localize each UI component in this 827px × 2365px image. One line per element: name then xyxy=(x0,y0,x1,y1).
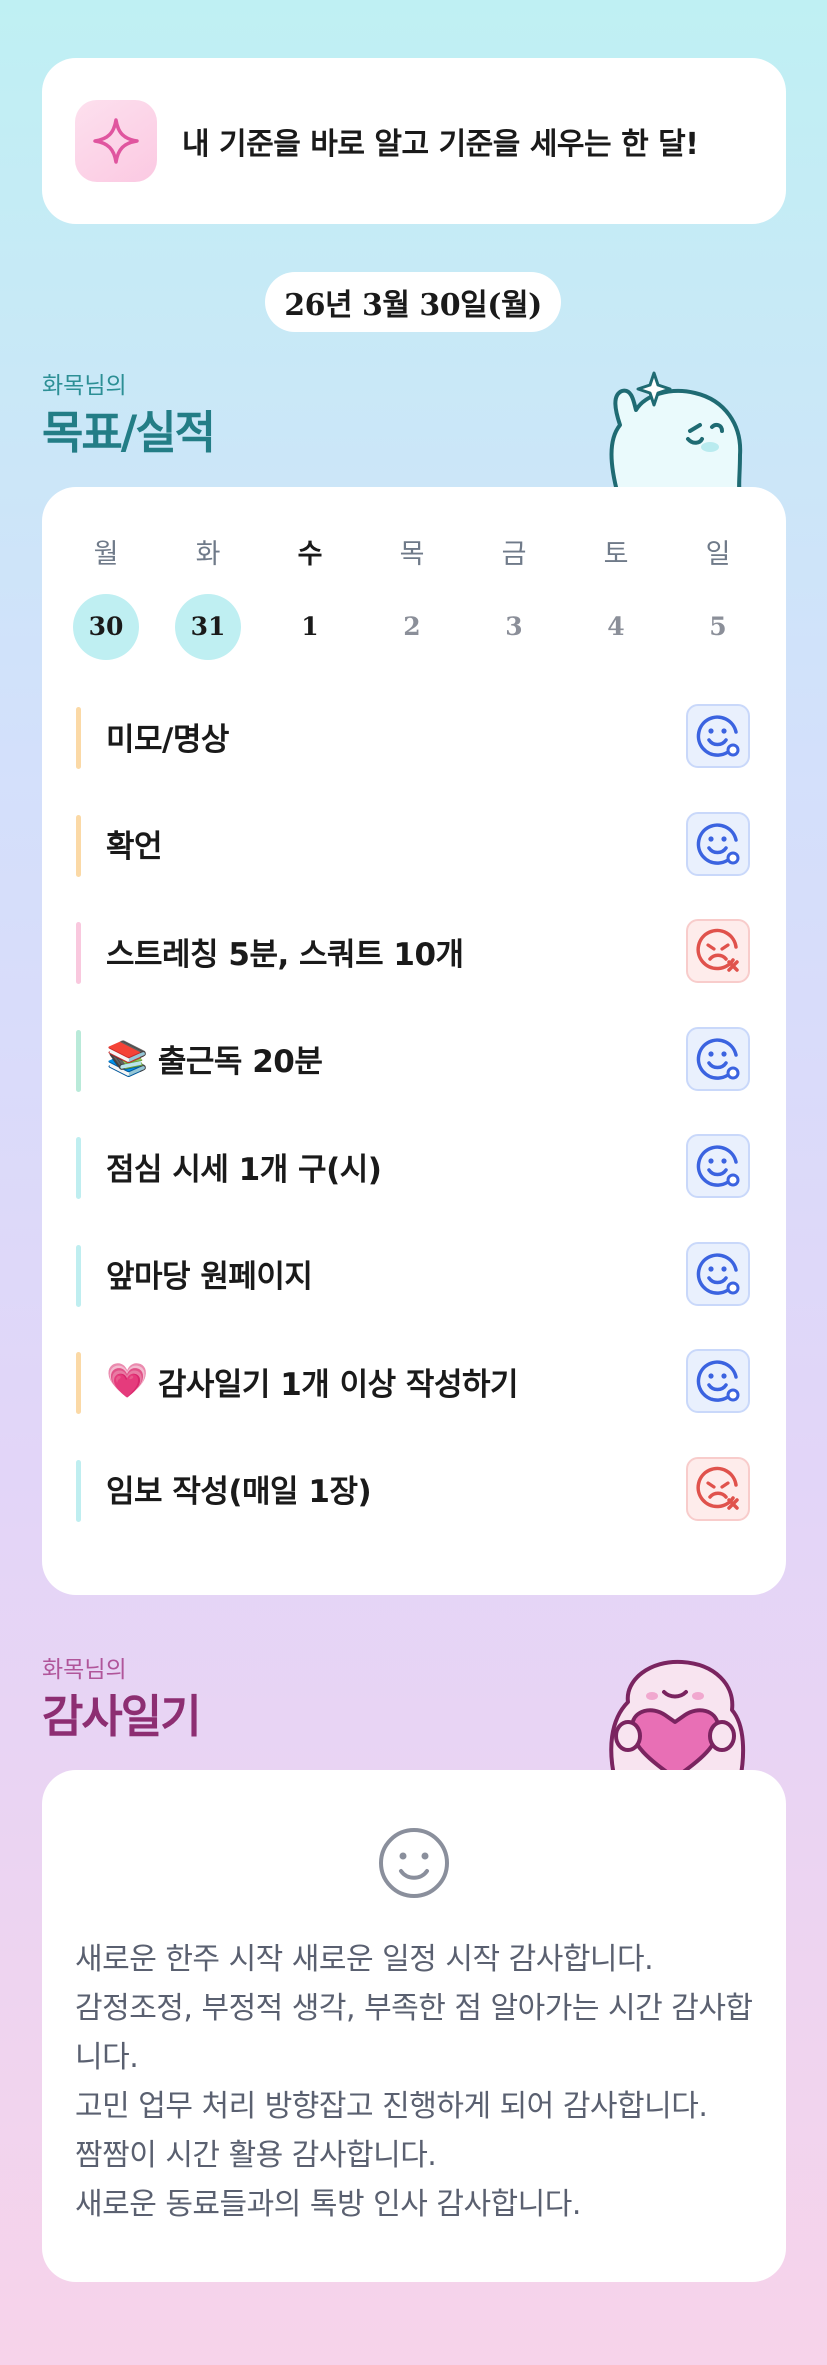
date-selector[interactable]: 26년 3월 30일(월) xyxy=(265,272,561,332)
goal-label: 점심 시세 1개 구(시) xyxy=(106,1129,382,1203)
calendar-day[interactable]: 30 xyxy=(73,594,139,660)
goal-done-icon[interactable] xyxy=(686,704,750,768)
goals-card: 월 화 수 목 금 토 일 30 31 1 2 3 4 5 미모/명상확언스트레칭 5분, 스쿼트 10… xyxy=(42,487,786,1595)
goal-label: 임보 작성(매일 1장) xyxy=(106,1452,372,1526)
weekday-label: 일 xyxy=(705,539,731,570)
weekday-label: 금 xyxy=(501,539,527,570)
goal-label: 확언 xyxy=(106,807,163,881)
calendar-day[interactable]: 31 xyxy=(175,594,241,660)
weekday-label: 목 xyxy=(399,539,425,570)
goal-label: 📚 출근독 20분 xyxy=(106,1022,323,1096)
gratitude-card: 새로운 한주 시작 새로운 일정 시작 감사합니다. 감정조정, 부정적 생각,… xyxy=(42,1770,786,2282)
goal-label: 스트레칭 5분, 스쿼트 10개 xyxy=(106,914,464,988)
goal-missed-icon[interactable] xyxy=(686,919,750,983)
goal-title: 앞마당 원페이지 xyxy=(106,1259,313,1295)
goal-label: 앞마당 원페이지 xyxy=(106,1237,313,1311)
smile-face-icon xyxy=(379,1828,449,1898)
goal-title: 감사일기 1개 이상 작성하기 xyxy=(157,1366,519,1403)
gratitude-entry-text: 새로운 한주 시작 새로운 일정 시작 감사합니다. 감정조정, 부정적 생각,… xyxy=(75,1942,753,2222)
goal-row[interactable]: 확언 xyxy=(42,807,786,881)
goal-title: 출근독 20분 xyxy=(157,1044,323,1080)
goal-title: 스트레칭 5분, 스쿼트 10개 xyxy=(106,936,464,973)
goal-row[interactable]: 스트레칭 5분, 스쿼트 10개 xyxy=(42,914,786,988)
goal-color-bar xyxy=(76,1459,81,1522)
goal-emoji: 💗 xyxy=(106,1361,148,1401)
goal-done-icon[interactable] xyxy=(686,1134,750,1198)
calendar-day[interactable]: 4 xyxy=(581,594,651,660)
goal-title: 임보 작성(매일 1장) xyxy=(106,1474,372,1510)
goal-title: 확언 xyxy=(106,829,163,865)
goal-color-bar xyxy=(76,1244,81,1307)
goal-emoji: 📚 xyxy=(106,1038,148,1079)
goal-color-bar xyxy=(76,1137,81,1199)
calendar-day[interactable]: 2 xyxy=(377,594,447,660)
goals-section-title: 목표/실적 xyxy=(42,406,216,459)
goal-done-icon[interactable] xyxy=(686,1026,750,1091)
goal-row[interactable]: 💗 감사일기 1개 이상 작성하기 xyxy=(42,1344,786,1418)
goal-color-bar xyxy=(76,1352,81,1414)
weekday-label: 월 xyxy=(93,539,119,570)
goal-color-bar xyxy=(76,1029,81,1092)
gratitude-owner-label: 화목님의 xyxy=(42,1657,127,1683)
goal-label: 미모/명상 xyxy=(106,699,229,773)
goals-owner-label: 화목님의 xyxy=(42,373,127,399)
goal-color-bar xyxy=(76,922,81,984)
goal-missed-icon[interactable] xyxy=(686,1456,750,1521)
calendar-day[interactable]: 1 xyxy=(275,594,345,660)
gratitude-section-title: 감사일기 xyxy=(42,1690,202,1743)
calendar-day[interactable]: 3 xyxy=(479,594,549,660)
weekday-label: 토 xyxy=(603,539,629,570)
week-date-row: 30 31 1 2 3 4 5 xyxy=(42,594,786,660)
goal-done-icon[interactable] xyxy=(686,1241,750,1306)
motto-text: 내 기준을 바로 알고 기준을 세우는 한 달! xyxy=(182,127,699,162)
sparkle-icon xyxy=(75,100,157,182)
goal-color-bar xyxy=(76,707,81,769)
goal-label: 💗 감사일기 1개 이상 작성하기 xyxy=(106,1344,519,1418)
ghost-mascot-icon xyxy=(609,371,743,495)
weekday-row: 월화수목금토일 xyxy=(42,535,786,575)
heart-mascot-icon xyxy=(609,1659,746,1780)
goal-color-bar xyxy=(76,814,81,877)
weekday-label: 화 xyxy=(195,539,221,570)
goal-row[interactable]: 임보 작성(매일 1장) xyxy=(42,1452,786,1526)
goal-done-icon[interactable] xyxy=(686,811,750,876)
goal-done-icon[interactable] xyxy=(686,1349,750,1413)
goal-row[interactable]: 앞마당 원페이지 xyxy=(42,1237,786,1311)
goal-title: 미모/명상 xyxy=(106,721,229,758)
goal-row[interactable]: 📚 출근독 20분 xyxy=(42,1022,786,1096)
calendar-day[interactable]: 5 xyxy=(683,594,753,660)
goal-row[interactable]: 미모/명상 xyxy=(42,699,786,773)
weekday-label: 수 xyxy=(297,539,323,570)
goal-row[interactable]: 점심 시세 1개 구(시) xyxy=(42,1129,786,1203)
goal-title: 점심 시세 1개 구(시) xyxy=(106,1151,382,1188)
motto-card: 내 기준을 바로 알고 기준을 세우는 한 달! xyxy=(42,58,786,224)
